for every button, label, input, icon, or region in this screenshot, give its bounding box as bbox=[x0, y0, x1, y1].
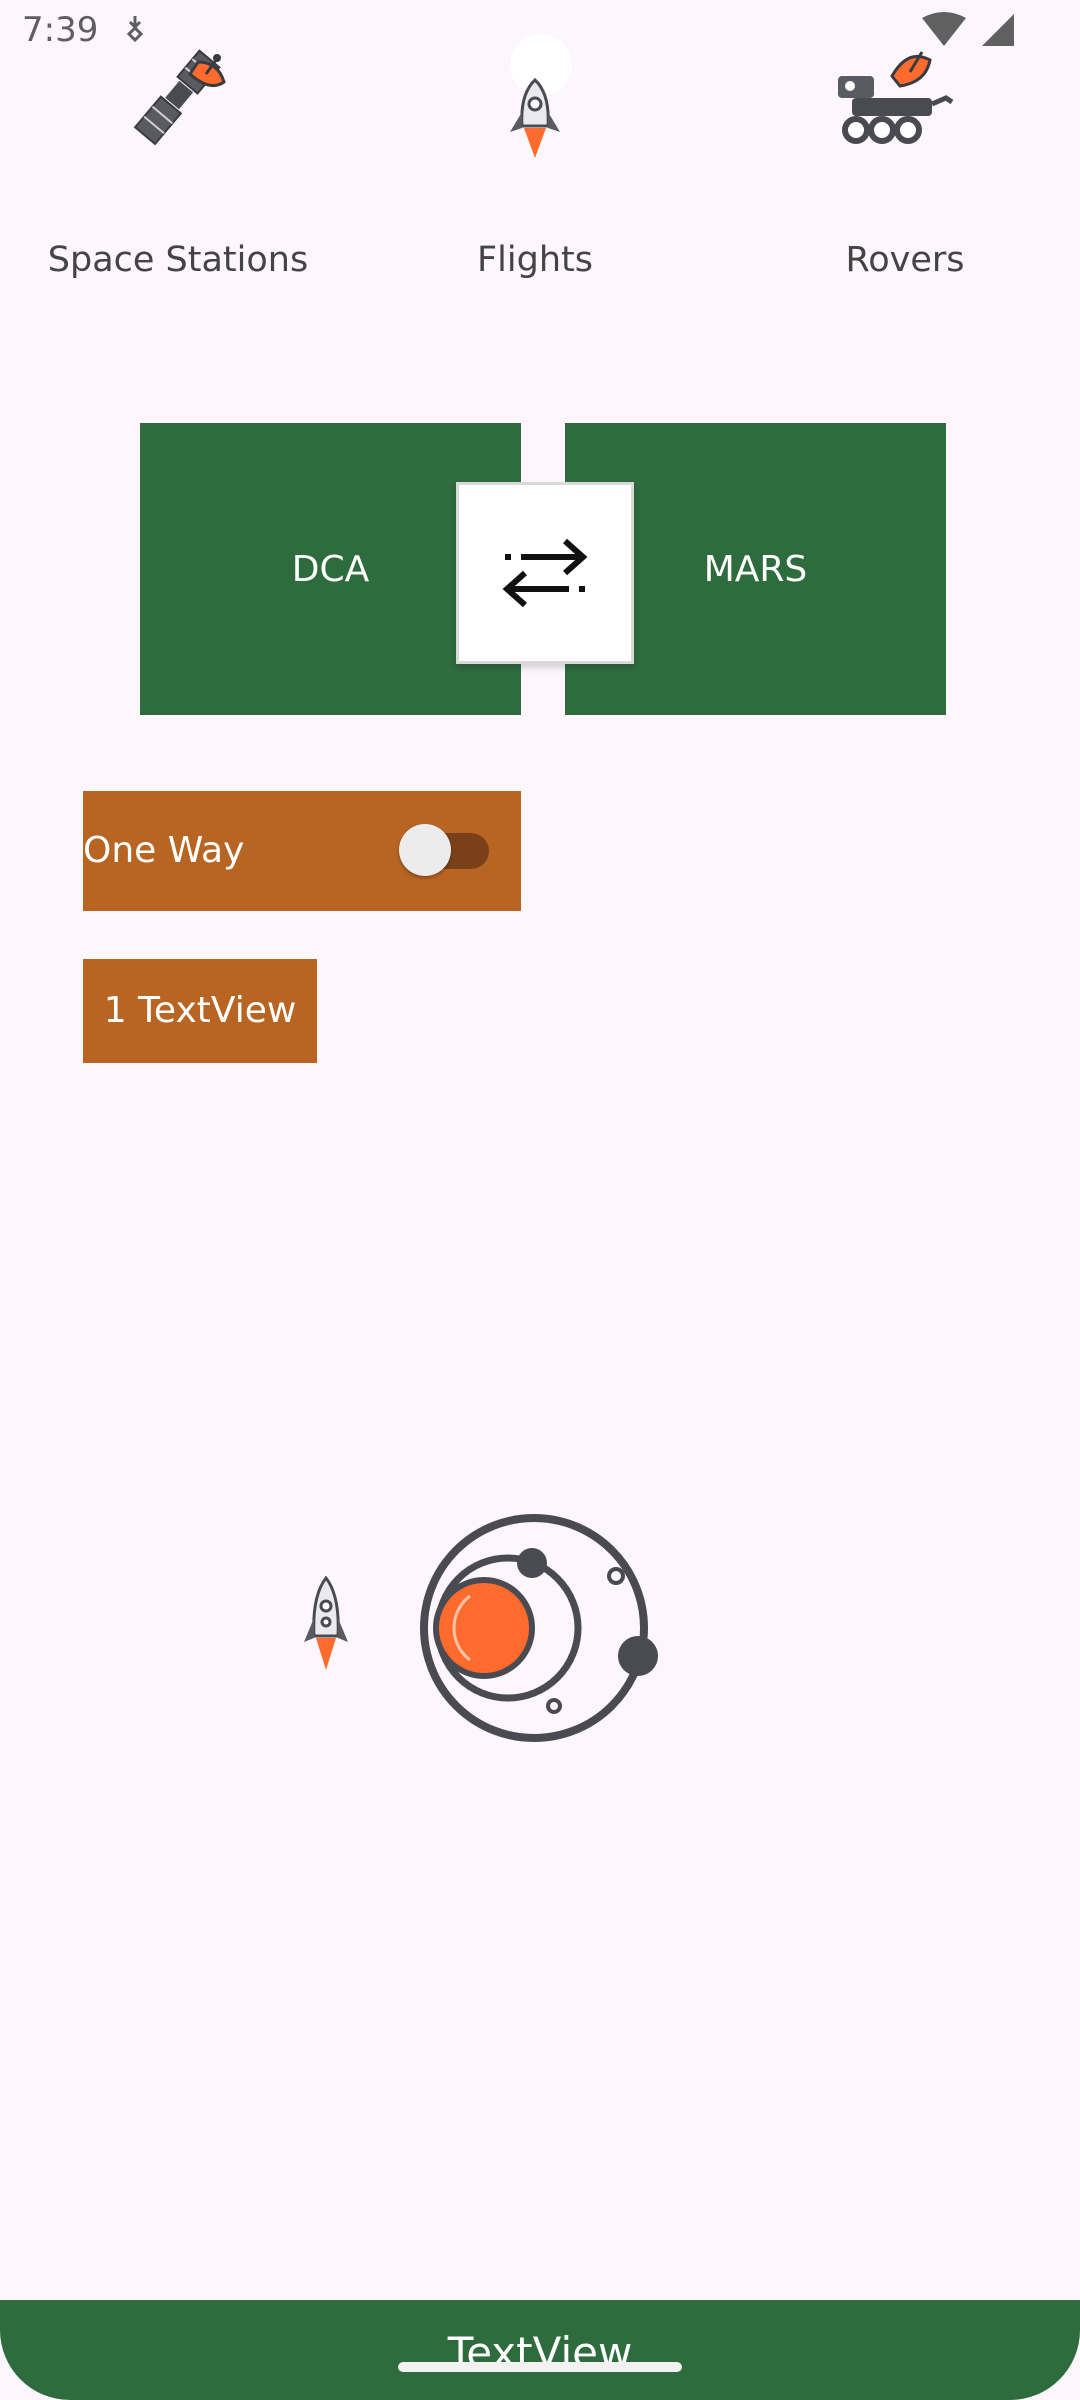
tab-label-flights: Flights bbox=[477, 240, 593, 280]
one-way-label: One Way bbox=[83, 830, 245, 871]
rover-icon bbox=[838, 51, 954, 144]
one-way-row[interactable]: One Way bbox=[83, 791, 521, 911]
satellite-icon bbox=[133, 49, 226, 146]
rocket-icon bbox=[304, 1576, 348, 1670]
rocket-icon bbox=[510, 78, 560, 158]
status-time: 7:39 bbox=[22, 10, 99, 50]
one-way-switch[interactable] bbox=[399, 824, 489, 876]
bottom-bar[interactable]: TextView bbox=[0, 2300, 1080, 2400]
app-screen: 7:39 Space Stations Flights Rovers DCA M… bbox=[0, 0, 1080, 2400]
download-icon bbox=[126, 16, 144, 43]
signal-icons bbox=[922, 12, 1014, 46]
passengers-label[interactable]: 1 TextView bbox=[83, 959, 317, 1063]
swap-arrows-icon bbox=[502, 538, 588, 608]
tab-label-space-stations: Space Stations bbox=[47, 240, 309, 280]
solar-system-icon bbox=[420, 1514, 658, 1742]
destination-code: MARS bbox=[703, 548, 808, 590]
origin-code: DCA bbox=[291, 548, 370, 590]
switch-knob bbox=[399, 824, 451, 876]
tab-label-rovers: Rovers bbox=[845, 240, 965, 280]
swap-button[interactable] bbox=[456, 482, 634, 664]
home-indicator[interactable] bbox=[398, 2362, 682, 2372]
